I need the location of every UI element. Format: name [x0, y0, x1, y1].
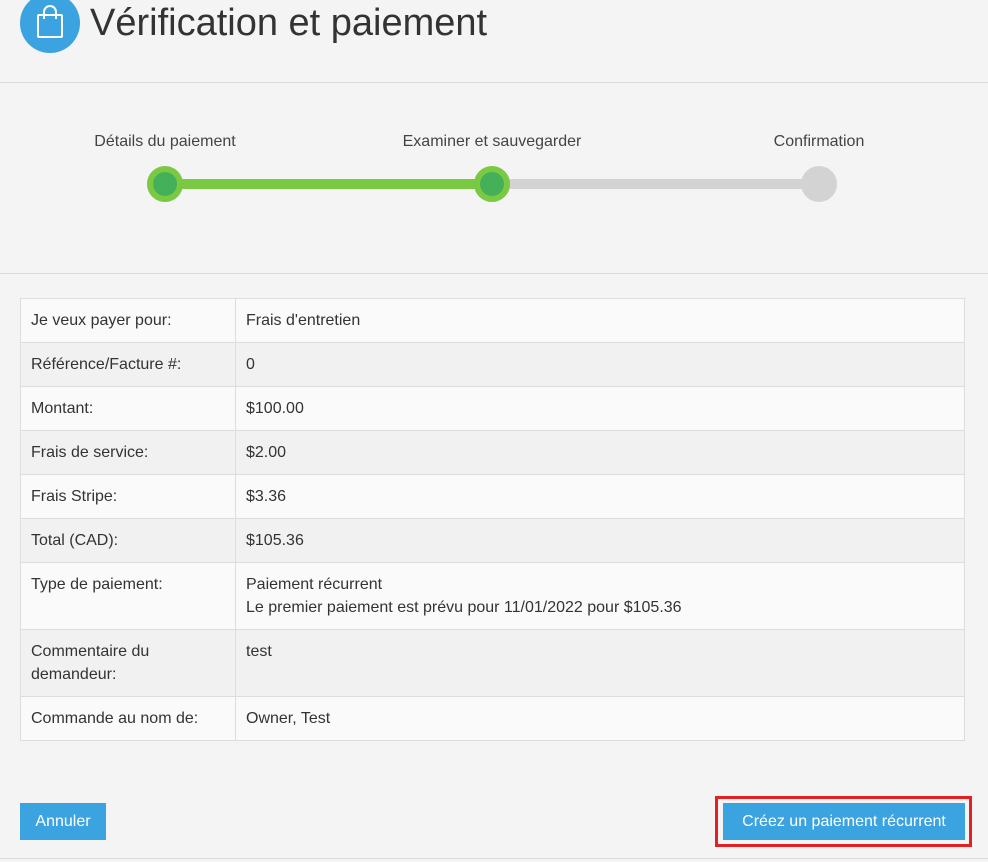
table-row: Je veux payer pour: Frais d'entretien	[20, 298, 965, 343]
table-row: Montant: $100.00	[20, 386, 965, 431]
payment-type-value: Paiement récurrent	[246, 576, 383, 593]
step-label-payment-details: Détails du paiement	[94, 133, 236, 150]
divider	[0, 858, 988, 859]
stepper-track-completed	[165, 179, 492, 189]
progress-stepper: Détails du paiement Examiner et sauvegar…	[0, 83, 988, 274]
shopping-bag-icon	[20, 0, 80, 53]
page-title: Vérification et paiement	[90, 2, 488, 44]
table-row: Type de paiement: Paiement récurrent Le …	[20, 562, 965, 630]
row-value: test	[235, 629, 965, 697]
table-row: Référence/Facture #: 0	[20, 342, 965, 387]
row-label: Frais de service:	[20, 430, 236, 475]
payment-summary-table: Je veux payer pour: Frais d'entretien Ré…	[20, 298, 965, 741]
step-label-confirmation: Confirmation	[773, 133, 865, 150]
row-label: Montant:	[20, 386, 236, 431]
row-value: Frais d'entretien	[235, 298, 965, 343]
row-label: Commentaire du demandeur:	[20, 629, 236, 697]
row-label: Total (CAD):	[20, 518, 236, 563]
step-dot-review-save	[474, 166, 510, 202]
row-value: 0	[235, 342, 965, 387]
row-label: Je veux payer pour:	[20, 298, 236, 343]
table-row: Commande au nom de: Owner, Test	[20, 696, 965, 741]
step-dot-confirmation	[801, 166, 837, 202]
row-label: Commande au nom de:	[20, 696, 236, 741]
row-value: $100.00	[235, 386, 965, 431]
table-row: Total (CAD): $105.36	[20, 518, 965, 563]
row-value: Owner, Test	[235, 696, 965, 741]
row-value: $3.36	[235, 474, 965, 519]
payment-schedule-note: Le premier paiement est prévu pour 11/01…	[246, 599, 682, 616]
row-label: Frais Stripe:	[20, 474, 236, 519]
stepper-track-pending	[492, 179, 819, 189]
row-label: Référence/Facture #:	[20, 342, 236, 387]
table-row: Frais Stripe: $3.36	[20, 474, 965, 519]
row-value: $2.00	[235, 430, 965, 475]
table-row: Commentaire du demandeur: test	[20, 629, 965, 697]
row-value: $105.36	[235, 518, 965, 563]
page-header: Vérification et paiement	[0, 0, 988, 83]
create-recurring-payment-button[interactable]: Créez un paiement récurrent	[723, 803, 965, 840]
cancel-button[interactable]: Annuler	[20, 803, 106, 840]
row-label: Type de paiement:	[20, 562, 236, 630]
step-label-review-save: Examiner et sauvegarder	[402, 133, 582, 150]
row-value: Paiement récurrent Le premier paiement e…	[235, 562, 965, 630]
step-dot-payment-details	[147, 166, 183, 202]
table-row: Frais de service: $2.00	[20, 430, 965, 475]
